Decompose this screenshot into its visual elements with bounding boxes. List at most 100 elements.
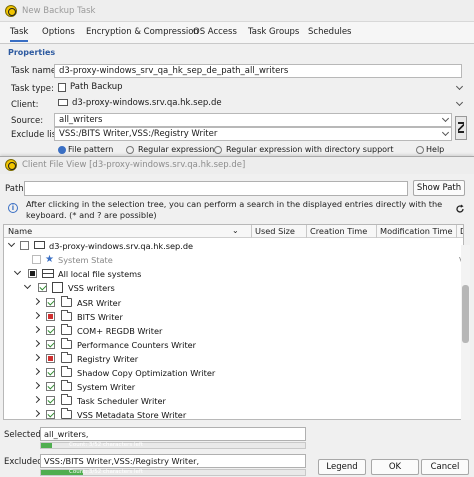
chevron-right-icon[interactable] xyxy=(34,354,42,362)
checkbox[interactable] xyxy=(28,269,37,278)
chevron-down-icon[interactable] xyxy=(454,81,466,95)
chevron-right-icon[interactable] xyxy=(34,340,42,348)
path-input[interactable] xyxy=(24,181,408,196)
column-modification-time[interactable]: Modification Time xyxy=(380,226,453,236)
selected-counter: Count: 3/52 characters left xyxy=(40,442,306,449)
chevron-down-icon[interactable] xyxy=(8,241,16,249)
source-dropdown[interactable] xyxy=(440,113,452,127)
selected-field[interactable]: all_writers, xyxy=(40,427,306,441)
checkbox[interactable] xyxy=(46,410,55,419)
exclude-list-input[interactable]: VSS:/BITS Writer,VSS:/Registry Writer xyxy=(54,127,452,141)
tree-row-writer[interactable]: Shadow Copy Optimization Writer xyxy=(4,366,463,380)
client-label: Client: xyxy=(11,100,39,110)
cancel-button[interactable]: Cancel xyxy=(421,459,469,475)
tab-task[interactable]: Task xyxy=(10,27,29,42)
scrollbar-thumb[interactable] xyxy=(462,285,469,343)
checkbox[interactable] xyxy=(46,382,55,391)
regex-radio[interactable] xyxy=(126,146,134,154)
star-icon: ★ xyxy=(45,254,54,265)
chevron-down-icon[interactable] xyxy=(14,269,22,277)
tree-row-writer[interactable]: Task Scheduler Writer xyxy=(4,394,463,408)
tree-row-writer[interactable]: Registry Writer xyxy=(4,352,463,366)
refresh-icon[interactable] xyxy=(455,204,465,214)
source-label: Source: xyxy=(11,116,44,126)
client-select[interactable]: d3-proxy-windows.srv.qa.hk.sep.de xyxy=(54,97,466,111)
chevron-right-icon[interactable] xyxy=(34,326,42,334)
exclude-dropdown[interactable] xyxy=(440,127,452,141)
ok-button[interactable]: OK xyxy=(371,459,419,475)
chevron-right-icon[interactable] xyxy=(34,368,42,376)
tree-row-client[interactable]: d3-proxy-windows.srv.qa.hk.sep.de xyxy=(4,239,463,253)
app-logo-icon xyxy=(5,5,17,17)
chevron-right-icon[interactable] xyxy=(34,298,42,306)
tree-row-system-state[interactable]: ★ System State V xyxy=(4,253,463,267)
legend-button[interactable]: Legend xyxy=(318,459,366,475)
selected-count-text: Count: 3/52 characters left xyxy=(69,442,143,448)
chevron-right-icon[interactable] xyxy=(34,396,42,404)
checkbox[interactable] xyxy=(46,340,55,349)
checkbox[interactable] xyxy=(38,283,47,292)
excluded-counter: Count: 3/52 characters left xyxy=(40,469,306,476)
checkbox[interactable] xyxy=(20,241,29,250)
tree-row-local-fs[interactable]: All local file systems xyxy=(4,267,463,281)
checkbox[interactable] xyxy=(46,396,55,405)
folder-icon xyxy=(61,310,72,321)
tab-encryption[interactable]: Encryption & Compression xyxy=(86,27,199,37)
table-header: Name ⌄ Used Size Creation Time Modificat… xyxy=(4,225,463,238)
selected-label: Selected: xyxy=(4,430,44,440)
tab-os-access[interactable]: OS Access xyxy=(193,27,237,37)
column-d[interactable]: D xyxy=(460,226,463,236)
checkbox[interactable] xyxy=(32,255,41,264)
chevron-down-icon[interactable] xyxy=(454,97,466,111)
computer-icon xyxy=(34,241,45,249)
tab-task-groups[interactable]: Task Groups xyxy=(248,27,299,37)
help-label[interactable]: Help xyxy=(426,145,444,154)
checkbox[interactable] xyxy=(46,298,55,307)
tree-label: COM+ REGDB Writer xyxy=(77,326,163,336)
tab-schedules[interactable]: Schedules xyxy=(308,27,352,37)
checkbox-excluded[interactable] xyxy=(46,312,55,321)
tree-row-writer[interactable]: Performance Counters Writer xyxy=(4,338,463,352)
file-tree-table[interactable]: Name ⌄ Used Size Creation Time Modificat… xyxy=(3,224,464,420)
checkbox[interactable] xyxy=(46,368,55,377)
folder-icon xyxy=(61,380,72,391)
regex-dir-radio[interactable] xyxy=(214,146,222,154)
column-used-size[interactable]: Used Size xyxy=(255,226,295,236)
chevron-down-icon xyxy=(440,113,452,127)
task-type-select[interactable]: Path Backup xyxy=(54,81,466,95)
chevron-right-icon[interactable] xyxy=(34,382,42,390)
checkbox-excluded[interactable] xyxy=(46,354,55,363)
chevron-right-icon[interactable] xyxy=(34,312,42,320)
tree-row-writer[interactable]: ASR Writer xyxy=(4,296,463,310)
excluded-field[interactable]: VSS:/BITS Writer,VSS:/Registry Writer, xyxy=(40,454,306,468)
tree-row-writer[interactable]: System Writer xyxy=(4,380,463,394)
drives-icon xyxy=(42,269,54,278)
browse-button[interactable] xyxy=(455,116,467,140)
column-divider xyxy=(306,225,307,238)
path-backup-icon xyxy=(58,83,66,92)
chevron-down-icon[interactable] xyxy=(24,283,32,291)
tree-row-writer[interactable]: BITS Writer xyxy=(4,310,463,324)
checkbox[interactable] xyxy=(46,326,55,335)
vertical-scrollbar[interactable] xyxy=(461,245,470,420)
tab-options[interactable]: Options xyxy=(42,27,75,37)
vss-icon xyxy=(52,282,63,293)
source-input[interactable]: all_writers xyxy=(54,113,452,127)
tree-row-writer[interactable]: VSS Metadata Store Writer xyxy=(4,408,463,419)
column-sort-icon: ⌄ xyxy=(232,226,239,235)
show-path-button[interactable]: Show Path xyxy=(413,180,465,196)
task-name-input[interactable]: d3-proxy-windows_srv_qa_hk_sep_de_path_a… xyxy=(54,64,462,78)
properties-section-label: Properties xyxy=(8,48,56,57)
column-name[interactable]: Name xyxy=(8,226,32,236)
tree-label: Performance Counters Writer xyxy=(77,340,197,350)
column-creation-time[interactable]: Creation Time xyxy=(310,226,367,236)
help-icon[interactable] xyxy=(416,146,424,154)
task-type-label: Task type: xyxy=(11,84,54,94)
folder-icon xyxy=(61,408,72,419)
chevron-right-icon[interactable] xyxy=(34,410,42,418)
tree-row-writer[interactable]: COM+ REGDB Writer xyxy=(4,324,463,338)
file-pattern-radio[interactable] xyxy=(58,146,66,154)
tab-bar: Task Options Encryption & Compression OS… xyxy=(0,22,474,44)
tree-label: VSS writers xyxy=(68,283,115,293)
tree-row-vss-writers[interactable]: VSS writers xyxy=(4,281,463,295)
